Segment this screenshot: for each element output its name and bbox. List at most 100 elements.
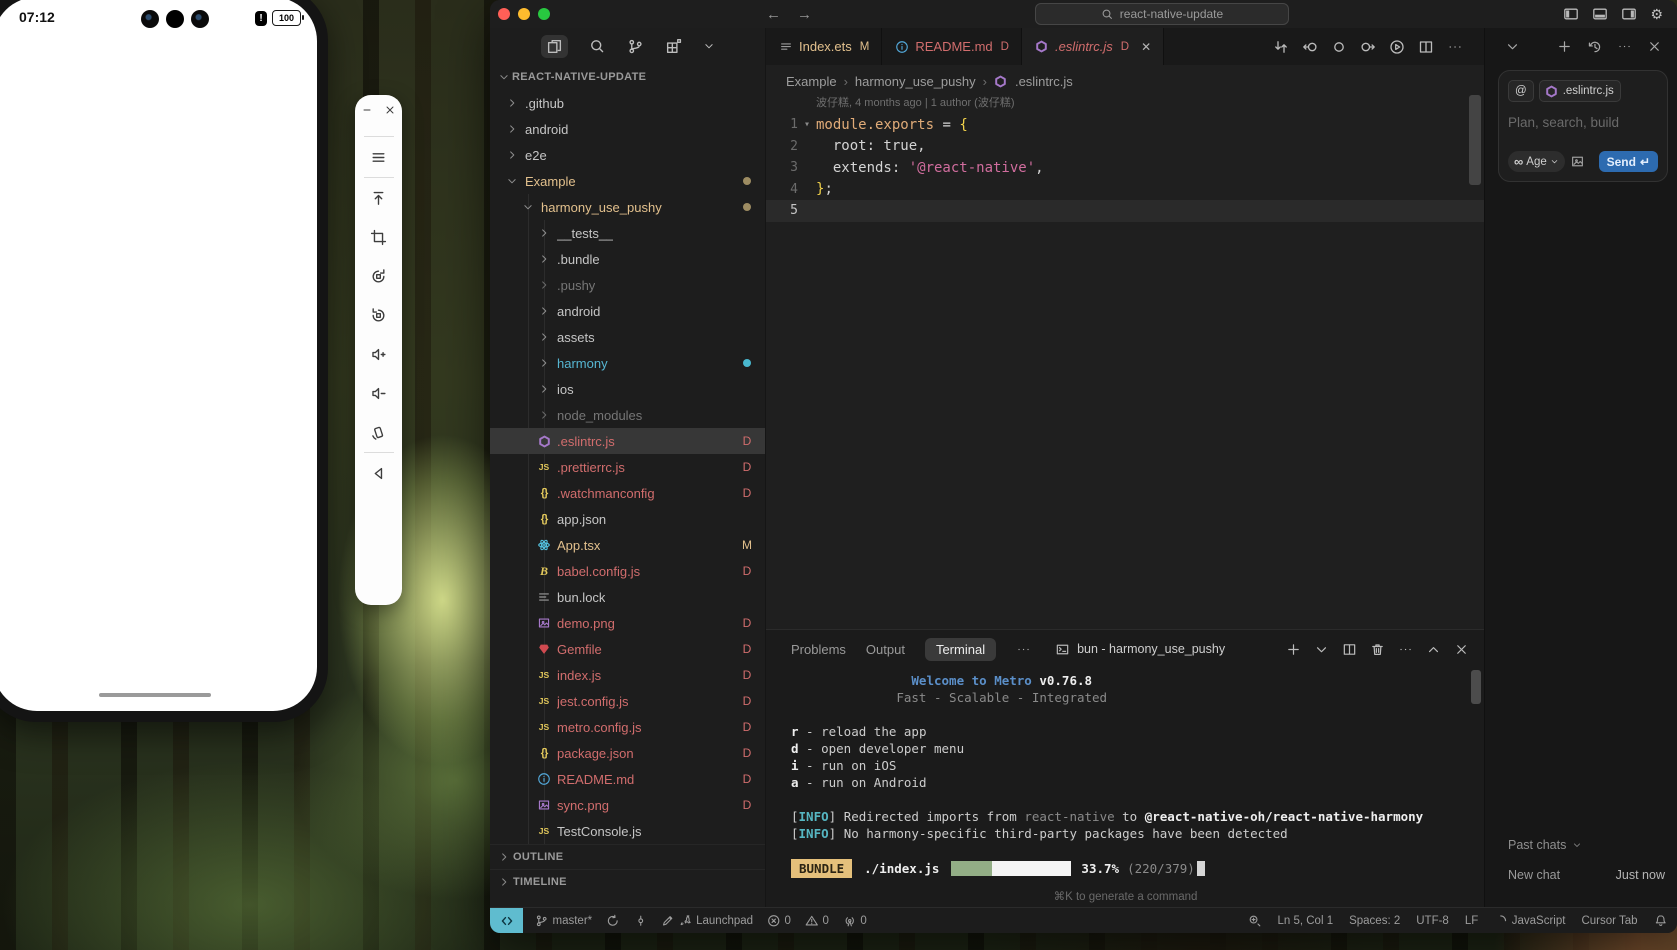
run-file-icon[interactable] — [1389, 39, 1405, 55]
chat-more-icon[interactable] — [1617, 39, 1632, 54]
tree-item-android[interactable]: android — [490, 298, 765, 324]
panel-tab-Problems[interactable]: Problems — [791, 642, 846, 657]
split-editor-icon[interactable] — [1418, 39, 1434, 55]
tree-item-package.json[interactable]: {}package.jsonD — [490, 740, 765, 766]
nav-home-button[interactable] — [368, 500, 390, 522]
close-window-button[interactable] — [498, 8, 510, 20]
tree-item-e2e[interactable]: e2e — [490, 142, 765, 168]
agent-mode-selector[interactable]: ∞ Age — [1508, 151, 1565, 172]
new-terminal-icon[interactable] — [1286, 642, 1301, 657]
tree-item-index.js[interactable]: JSindex.jsD — [490, 662, 765, 688]
tree-item-ios[interactable]: ios — [490, 376, 765, 402]
cursor-tab-status[interactable]: Cursor Tab — [1581, 915, 1637, 927]
crop-button[interactable] — [368, 226, 390, 248]
next-change-icon[interactable] — [1360, 39, 1376, 55]
panel-more-icon[interactable] — [1398, 642, 1413, 657]
settings-gear-button[interactable]: ⚙ — [1650, 6, 1663, 23]
outline-section[interactable]: OUTLINE — [490, 844, 765, 869]
tree-item-TestConsole.js[interactable]: JSTestConsole.js — [490, 818, 765, 844]
indentation-status[interactable]: Spaces: 2 — [1349, 915, 1400, 927]
encoding-status[interactable]: UTF-8 — [1416, 915, 1449, 927]
search-icon[interactable] — [589, 38, 606, 55]
sync-changes-status[interactable] — [606, 914, 620, 928]
maximize-panel-icon[interactable] — [1426, 642, 1441, 657]
tree-item-.eslintrc.js[interactable]: .eslintrc.jsD — [490, 428, 765, 454]
tree-item-app.json[interactable]: {}app.json — [490, 506, 765, 532]
code-line-3[interactable]: 3 extends: '@react-native', — [766, 157, 1485, 179]
new-chat-icon[interactable] — [1557, 39, 1572, 54]
chat-input-placeholder[interactable]: Plan, search, build — [1508, 115, 1658, 130]
fold-icon[interactable]: ▾ — [798, 119, 816, 130]
close-panel-icon[interactable] — [1454, 642, 1469, 657]
tree-item-sync.png[interactable]: sync.pngD — [490, 792, 765, 818]
tree-item-__tests__[interactable]: __tests__ — [490, 220, 765, 246]
launchpad-status[interactable]: Launchpad — [661, 914, 753, 928]
add-context-chip[interactable]: @ — [1508, 80, 1534, 102]
code-line-4[interactable]: 4}; — [766, 179, 1485, 201]
toggle-panel-button[interactable] — [1592, 6, 1608, 22]
tab-Index.ets[interactable]: Index.etsM — [766, 28, 882, 65]
tree-item-babel.config.js[interactable]: Bbabel.config.jsD — [490, 558, 765, 584]
tree-item-App.tsx[interactable]: App.tsxM — [490, 532, 765, 558]
cursor-position-status[interactable]: Ln 5, Col 1 — [1277, 915, 1333, 927]
source-control-graph-status[interactable] — [634, 914, 648, 928]
panel-tab-Output[interactable]: Output — [866, 642, 905, 657]
upload-button[interactable] — [368, 187, 390, 209]
remote-indicator[interactable] — [490, 908, 523, 933]
tree-item-.prettierrc.js[interactable]: JS.prettierrc.jsD — [490, 454, 765, 480]
tree-item-.watchmanconfig[interactable]: {}.watchmanconfigD — [490, 480, 765, 506]
chat-collapse-icon[interactable] — [1505, 39, 1520, 54]
tree-item-README.md[interactable]: README.mdD — [490, 766, 765, 792]
toggle-primary-sidebar-button[interactable] — [1563, 6, 1579, 22]
chat-input-card[interactable]: @ .eslintrc.js Plan, search, build ∞ Age… — [1498, 70, 1668, 182]
terminal-output[interactable]: Welcome to Metro v0.76.8 Fast - Scalable… — [791, 672, 1423, 842]
warnings-status[interactable]: 0 — [805, 914, 829, 928]
tree-item-.bundle[interactable]: .bundle — [490, 246, 765, 272]
past-chat-item[interactable]: New chat — [1508, 868, 1560, 882]
git-branch-status[interactable]: master* — [535, 914, 592, 928]
ports-status[interactable]: 0 — [843, 914, 867, 928]
tree-item-harmony[interactable]: harmony — [490, 350, 765, 376]
customize-layout-icon[interactable] — [665, 38, 682, 55]
breadcrumb[interactable]: Example› harmony_use_pushy› .eslintrc.js — [786, 70, 1073, 92]
tree-item-Example[interactable]: Example — [490, 168, 765, 194]
terminal-instance-chip[interactable]: bun - harmony_use_pushy — [1055, 642, 1225, 657]
close-button[interactable] — [383, 103, 397, 117]
rotate-device-button[interactable] — [368, 421, 390, 443]
close-chat-icon[interactable] — [1647, 39, 1662, 54]
chat-history-icon[interactable] — [1587, 39, 1602, 54]
menu-button[interactable] — [368, 146, 390, 168]
past-chats-toggle[interactable]: Past chats — [1508, 838, 1582, 852]
toggle-secondary-sidebar-button[interactable] — [1621, 6, 1637, 22]
split-terminal-icon[interactable] — [1342, 642, 1357, 657]
errors-status[interactable]: 0 — [767, 914, 791, 928]
tree-item-bun.lock[interactable]: bun.lock — [490, 584, 765, 610]
workspace-root[interactable]: REACT-NATIVE-UPDATE — [490, 64, 765, 90]
terminal-scrollbar[interactable] — [1471, 670, 1481, 704]
panel-tab-Terminal[interactable]: Terminal — [925, 638, 996, 661]
tree-item-jest.config.js[interactable]: JSjest.config.jsD — [490, 688, 765, 714]
more-actions-icon[interactable] — [1447, 39, 1463, 55]
terminal-dropdown-icon[interactable] — [1314, 642, 1329, 657]
tree-item-android[interactable]: android — [490, 116, 765, 142]
compare-changes-icon[interactable] — [1273, 39, 1289, 55]
rotate-screen-button[interactable] — [368, 304, 390, 326]
code-line-1[interactable]: 1▾module.exports = { — [766, 114, 1485, 136]
source-control-icon[interactable] — [627, 38, 644, 55]
timeline-section[interactable]: TIMELINE — [490, 869, 765, 894]
tree-item-.github[interactable]: .github — [490, 90, 765, 116]
notifications-status[interactable] — [1654, 914, 1668, 928]
tree-item-harmony_use_pushy[interactable]: harmony_use_pushy — [490, 194, 765, 220]
history-back-icon[interactable]: ← — [766, 6, 781, 23]
editor-scrollbar[interactable] — [1469, 95, 1481, 185]
send-button[interactable]: Send↵ — [1599, 151, 1658, 172]
previous-change-icon[interactable] — [1302, 39, 1318, 55]
tree-item-node_modules[interactable]: node_modules — [490, 402, 765, 428]
close-tab-icon[interactable]: ✕ — [1141, 40, 1151, 54]
restart-button[interactable] — [368, 265, 390, 287]
current-change-icon[interactable] — [1331, 39, 1347, 55]
phone-screen[interactable]: 07:12 ! 100 — [0, 0, 317, 711]
nav-recents-button[interactable] — [368, 538, 390, 560]
context-file-chip[interactable]: .eslintrc.js — [1539, 80, 1621, 102]
panel-tabs-more-icon[interactable] — [1016, 642, 1031, 657]
